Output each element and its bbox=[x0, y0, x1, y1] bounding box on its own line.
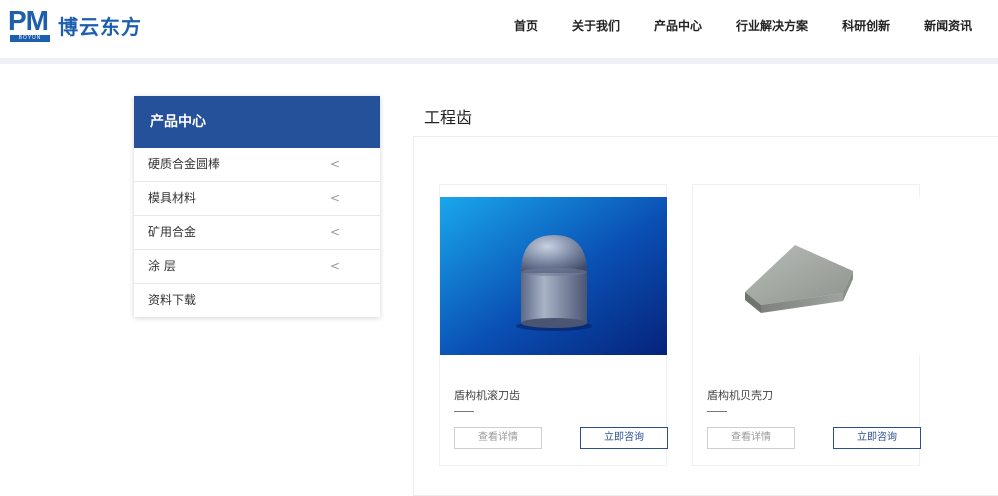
logo-text: 博云东方 bbox=[58, 14, 142, 39]
sidebar-item-mining-alloy[interactable]: 矿用合金 < bbox=[134, 216, 380, 250]
site-header: PM BOYUN 博云东方 首页 关于我们 产品中心 行业解决方案 科研创新 新… bbox=[0, 0, 998, 58]
sidebar-item-label: 涂 层 bbox=[148, 259, 176, 273]
product-card[interactable]: 盾构机贝壳刀 查看详情 立即咨询 bbox=[692, 184, 921, 466]
product-name[interactable]: 盾构机贝壳刀 bbox=[707, 387, 773, 403]
sidebar-title: 产品中心 bbox=[134, 96, 380, 148]
logo[interactable]: PM BOYUN 博云东方 bbox=[8, 5, 142, 42]
product-sidebar: 产品中心 硬质合金圆棒 < 模具材料 < 矿用合金 < 涂 层 < 资料下载 bbox=[134, 96, 380, 317]
product-name[interactable]: 盾构机滚刀齿 bbox=[454, 387, 520, 403]
header-divider bbox=[0, 58, 998, 64]
logo-mark: PM BOYUN bbox=[8, 5, 52, 42]
chevron-left-icon: < bbox=[330, 191, 341, 205]
nav-news[interactable]: 新闻资讯 bbox=[924, 17, 972, 34]
page-title: 工程齿 bbox=[424, 108, 473, 127]
sidebar-item-label: 资料下载 bbox=[148, 293, 197, 307]
sidebar-item-carbide-rod[interactable]: 硬质合金圆棒 < bbox=[134, 148, 380, 182]
product-image[interactable] bbox=[440, 197, 667, 355]
logo-sub: BOYUN bbox=[10, 35, 50, 42]
chevron-left-icon: < bbox=[330, 259, 341, 273]
nav-solutions[interactable]: 行业解决方案 bbox=[736, 17, 808, 34]
view-details-button[interactable]: 查看详情 bbox=[707, 427, 795, 449]
consult-button[interactable]: 立即咨询 bbox=[833, 427, 921, 449]
sidebar-item-label: 硬质合金圆棒 bbox=[148, 157, 221, 171]
logo-letters: PM bbox=[8, 5, 49, 36]
product-image[interactable] bbox=[693, 197, 920, 355]
nav-about[interactable]: 关于我们 bbox=[572, 17, 620, 34]
sidebar-item-downloads[interactable]: 资料下载 bbox=[134, 284, 380, 317]
chevron-left-icon: < bbox=[330, 157, 341, 171]
view-details-button[interactable]: 查看详情 bbox=[454, 427, 542, 449]
sidebar-item-label: 模具材料 bbox=[148, 191, 197, 205]
chevron-left-icon: < bbox=[330, 225, 341, 239]
product-card[interactable]: 盾构机滚刀齿 查看详情 立即咨询 bbox=[439, 184, 668, 466]
main-nav: 首页 关于我们 产品中心 行业解决方案 科研创新 新闻资讯 人 bbox=[514, 0, 998, 50]
title-underline bbox=[454, 411, 474, 412]
sidebar-item-mold-material[interactable]: 模具材料 < bbox=[134, 182, 380, 216]
sidebar-item-coating[interactable]: 涂 层 < bbox=[134, 250, 380, 284]
title-underline bbox=[707, 411, 727, 412]
nav-research[interactable]: 科研创新 bbox=[842, 17, 890, 34]
sidebar-item-label: 矿用合金 bbox=[148, 225, 197, 239]
nav-products[interactable]: 产品中心 bbox=[654, 17, 702, 34]
consult-button[interactable]: 立即咨询 bbox=[580, 427, 668, 449]
nav-home[interactable]: 首页 bbox=[514, 17, 538, 34]
